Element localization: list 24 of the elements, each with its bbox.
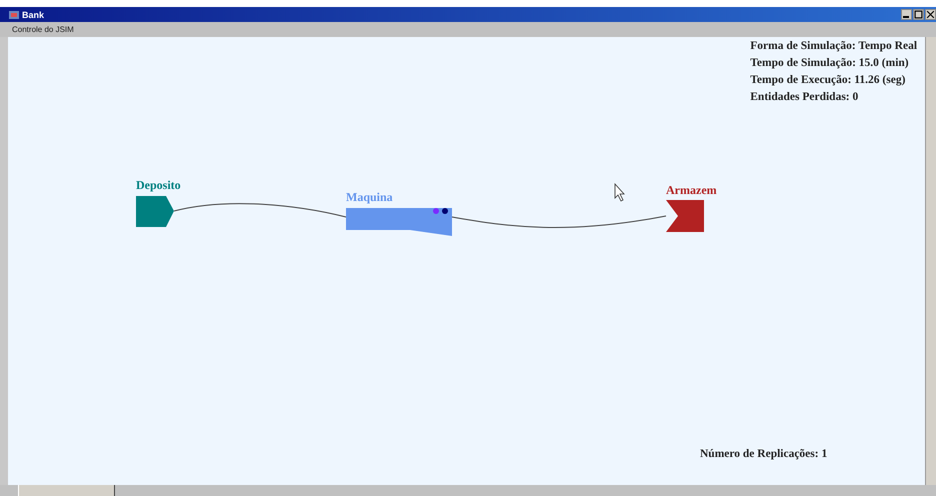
minimize-button[interactable] [901, 9, 912, 20]
minimize-icon [903, 16, 909, 18]
node-shape[interactable] [346, 208, 452, 236]
replications-text: Número de Replicações: 1 [700, 448, 828, 460]
maximize-button[interactable] [913, 9, 924, 20]
menu-item[interactable]: Controle do JSIM [12, 25, 74, 34]
scrollbar-thumb[interactable] [18, 485, 115, 496]
app-icon [8, 8, 20, 20]
stat-text: Tempo de Simulação: 15.0 (min) [750, 57, 910, 69]
stat-text: Forma de Simulação: Tempo Real [750, 40, 918, 52]
stat-text: Tempo de Execução: 11.26 (seg) [750, 74, 906, 86]
horizontal-scrollbar[interactable] [0, 485, 936, 496]
node-shape[interactable] [136, 196, 174, 227]
window-title: Bank [22, 10, 44, 20]
vertical-scrollbar[interactable] [925, 37, 936, 485]
node-label: Deposito [136, 178, 181, 192]
maximize-icon [914, 10, 923, 19]
node-shape[interactable] [666, 200, 704, 232]
close-button[interactable] [925, 9, 936, 20]
node-label: Armazem [666, 183, 717, 197]
stat-text: Entidades Perdidas: 0 [750, 91, 860, 103]
cursor-icon [614, 182, 625, 202]
close-icon [926, 10, 935, 19]
node-label: Maquina [346, 190, 393, 204]
